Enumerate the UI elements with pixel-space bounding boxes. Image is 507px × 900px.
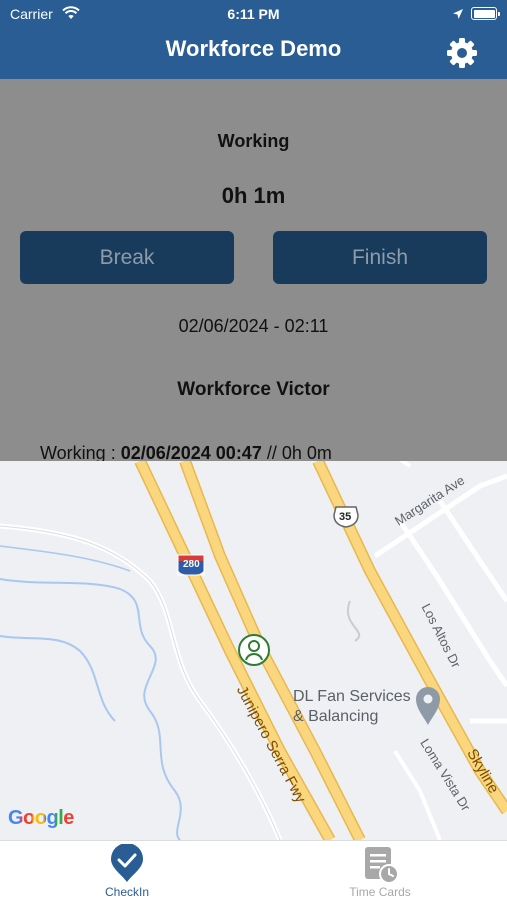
elapsed-duration: 0h 1m	[221, 183, 286, 208]
work-state-label: Working	[217, 131, 290, 151]
worker-name: Workforce Victor	[177, 379, 330, 400]
date-time-range: 02/06/2024 - 02:11	[178, 316, 329, 336]
shield-35-label: 35	[339, 511, 352, 523]
tab-time-cards-label: Time Cards	[349, 885, 411, 899]
battery-icon	[471, 7, 500, 20]
checkin-panel: Working 0h 1m Break Finish 02/06/2024 - …	[0, 79, 507, 461]
map-view[interactable]: 280 35 Margarita Ave Los Altos Dr Junipe…	[0, 461, 507, 840]
tab-bar: CheckIn Time Cards	[0, 840, 507, 900]
log-time: 02/06/2024 00:47	[120, 443, 262, 461]
checkin-pin-icon	[107, 843, 147, 889]
map-roads	[0, 461, 507, 840]
poi-name-line1: DL Fan Services	[293, 688, 411, 705]
poi-name-line2: & Balancing	[293, 708, 379, 725]
page-title: Workforce Demo	[165, 36, 342, 61]
app-header: Carrier 6:11 PM Workforce Demo	[0, 0, 507, 79]
status-bar: Carrier 6:11 PM	[0, 0, 507, 28]
activity-log-entry: Working : 02/06/2024 00:47 // 0h 0m	[40, 443, 332, 461]
poi-label: DL Fan Services & Balancing	[293, 687, 411, 727]
shield-280-label: 280	[183, 559, 200, 570]
break-button[interactable]: Break	[20, 231, 234, 284]
google-logo: Google	[8, 807, 74, 829]
status-time: 6:11 PM	[227, 6, 280, 22]
tab-time-cards[interactable]: Time Cards	[300, 841, 460, 900]
tab-checkin[interactable]: CheckIn	[47, 841, 207, 900]
finish-button[interactable]: Finish	[273, 231, 487, 284]
log-prefix: Working :	[40, 443, 121, 461]
location-arrow-icon	[452, 7, 464, 25]
log-suffix: // 0h 0m	[261, 443, 332, 461]
time-cards-icon	[360, 844, 400, 889]
tab-checkin-label: CheckIn	[104, 885, 150, 899]
gear-icon[interactable]	[445, 36, 479, 70]
